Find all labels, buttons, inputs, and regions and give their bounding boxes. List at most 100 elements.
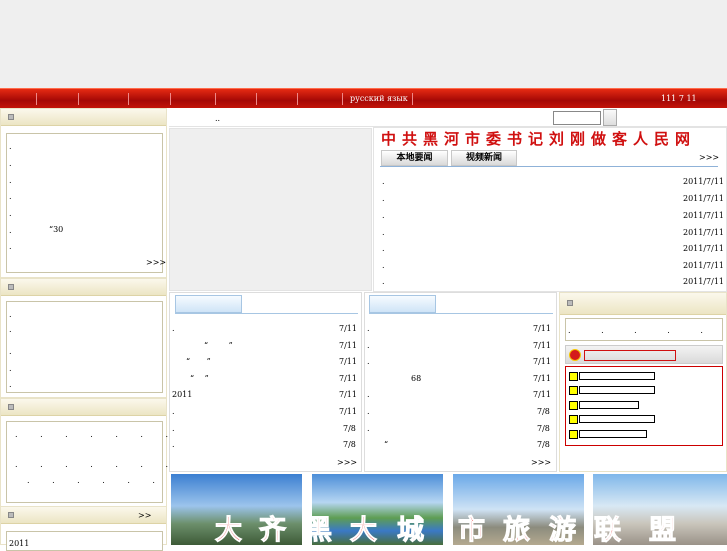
list-item[interactable]: . <box>367 390 370 399</box>
news-date: 2011/7/11 <box>683 177 725 186</box>
nav-russian-link[interactable]: русский язык <box>350 94 408 103</box>
list-item[interactable]: . <box>9 347 12 356</box>
banner-char: 联 <box>594 515 622 546</box>
news-date: 2011/7/11 <box>683 261 725 270</box>
square-bullet-icon <box>8 404 14 410</box>
warning-item[interactable] <box>569 401 639 412</box>
warning-item-label <box>579 430 647 438</box>
list-item[interactable]: . <box>367 407 370 416</box>
list-item[interactable]: . <box>9 226 12 235</box>
emblem-icon <box>569 349 581 361</box>
nav-separator <box>36 93 37 105</box>
more-link[interactable]: >>> <box>146 258 166 267</box>
list-date: 7/11 <box>339 407 357 416</box>
link-box: . . . . . . <box>565 318 727 341</box>
news-item[interactable]: . <box>382 177 385 186</box>
more-link[interactable]: >>> <box>699 153 719 162</box>
banner-image[interactable]: 市 旅 游 <box>453 474 584 545</box>
list-date: 7/11 <box>339 357 357 366</box>
list-item[interactable]: “30 <box>49 225 63 234</box>
list-item[interactable]: . <box>367 324 370 333</box>
warning-item-label <box>579 401 639 409</box>
featured-image[interactable] <box>169 128 372 291</box>
list-item[interactable]: . . . . . . . <box>15 460 178 469</box>
nav-separator <box>215 93 216 105</box>
nav-separator <box>78 93 79 105</box>
square-icon <box>569 430 578 439</box>
list-date: 7/8 <box>343 424 356 433</box>
list-item[interactable]: . . . . . . . <box>15 430 178 439</box>
news-date: 2011/7/11 <box>683 277 725 286</box>
warning-item[interactable] <box>569 386 655 397</box>
banner-char: 旅 <box>503 515 531 546</box>
nav-separator <box>412 93 413 105</box>
banner-image[interactable]: 大 齐 <box>171 474 302 545</box>
panel-header <box>1 399 166 416</box>
news-item[interactable]: . <box>382 194 385 203</box>
list-item[interactable]: . <box>9 142 12 151</box>
search-input[interactable] <box>553 111 601 125</box>
list-item[interactable]: . <box>9 325 12 334</box>
list-item[interactable]: 2011 <box>9 539 29 548</box>
panel-tab[interactable] <box>175 295 242 313</box>
banner-char: 市 <box>458 515 486 546</box>
panel-tab[interactable] <box>369 295 436 313</box>
list-item[interactable]: . . . . . . <box>568 326 727 335</box>
list-item[interactable]: . <box>9 209 12 218</box>
list-item[interactable]: . <box>172 424 175 433</box>
more-link[interactable]: >> <box>138 511 151 520</box>
list-date: 7/8 <box>537 440 550 449</box>
list-item[interactable]: . <box>9 242 12 251</box>
list-item[interactable]: 2011 <box>172 390 192 399</box>
list-date: 7/11 <box>533 357 551 366</box>
list-item[interactable]: . <box>367 424 370 433</box>
nav-separator <box>256 93 257 105</box>
list-item[interactable]: . <box>9 159 12 168</box>
left-panel-4: >> 2011 <box>0 506 167 551</box>
panel-header <box>1 279 166 296</box>
warning-item[interactable] <box>569 372 655 383</box>
list-item[interactable]: . <box>9 192 12 201</box>
square-icon <box>569 372 578 381</box>
more-link[interactable]: >>> <box>337 458 357 467</box>
list-item[interactable]: . <box>367 341 370 350</box>
square-bullet-icon <box>8 114 14 120</box>
mid-panel-2 <box>364 292 557 472</box>
banner-char: 大 <box>215 515 243 546</box>
square-icon <box>569 415 578 424</box>
list-item[interactable]: . <box>172 440 175 449</box>
news-date: 2011/7/11 <box>683 194 725 203</box>
site-title[interactable]: 中共黑河市委书记刘刚做客人民网 <box>381 128 696 149</box>
search-button[interactable] <box>603 109 617 126</box>
list-item[interactable]: “ ” <box>172 374 209 383</box>
warning-item[interactable] <box>569 430 647 441</box>
list-item[interactable]: 68 <box>411 374 421 383</box>
news-item[interactable]: . <box>382 261 385 270</box>
panel-list-box: . . . . . <box>6 301 163 393</box>
panel-header <box>1 109 166 126</box>
list-item[interactable]: . <box>172 407 175 416</box>
panel-header <box>560 293 726 315</box>
list-item[interactable]: . <box>172 324 175 333</box>
banner-image[interactable]: 黑 大 城 <box>312 474 443 545</box>
news-item[interactable]: . <box>382 277 385 286</box>
more-link[interactable]: >>> <box>531 458 551 467</box>
list-item[interactable]: “ ” <box>172 341 233 350</box>
list-item[interactable]: . <box>367 357 370 366</box>
list-item[interactable]: . <box>9 176 12 185</box>
list-item[interactable]: . . . . . . <box>27 476 165 485</box>
list-item[interactable]: “ <box>384 440 388 449</box>
banner-image[interactable]: 联 盟 <box>593 474 727 545</box>
list-item[interactable]: . <box>9 310 12 319</box>
news-item[interactable]: . <box>382 244 385 253</box>
news-date: 2011/7/11 <box>683 244 725 253</box>
list-item[interactable]: . <box>9 364 12 373</box>
list-item[interactable]: . <box>9 380 12 389</box>
news-item[interactable]: . <box>382 228 385 237</box>
list-item[interactable]: “ ” <box>172 357 211 366</box>
warning-item[interactable] <box>569 415 655 426</box>
tab-local-news[interactable]: 本地要闻 <box>381 150 448 166</box>
news-item[interactable]: . <box>382 211 385 220</box>
nav-date: 111 7 11 <box>661 94 697 103</box>
tab-video-news[interactable]: 视频新闻 <box>451 150 517 166</box>
